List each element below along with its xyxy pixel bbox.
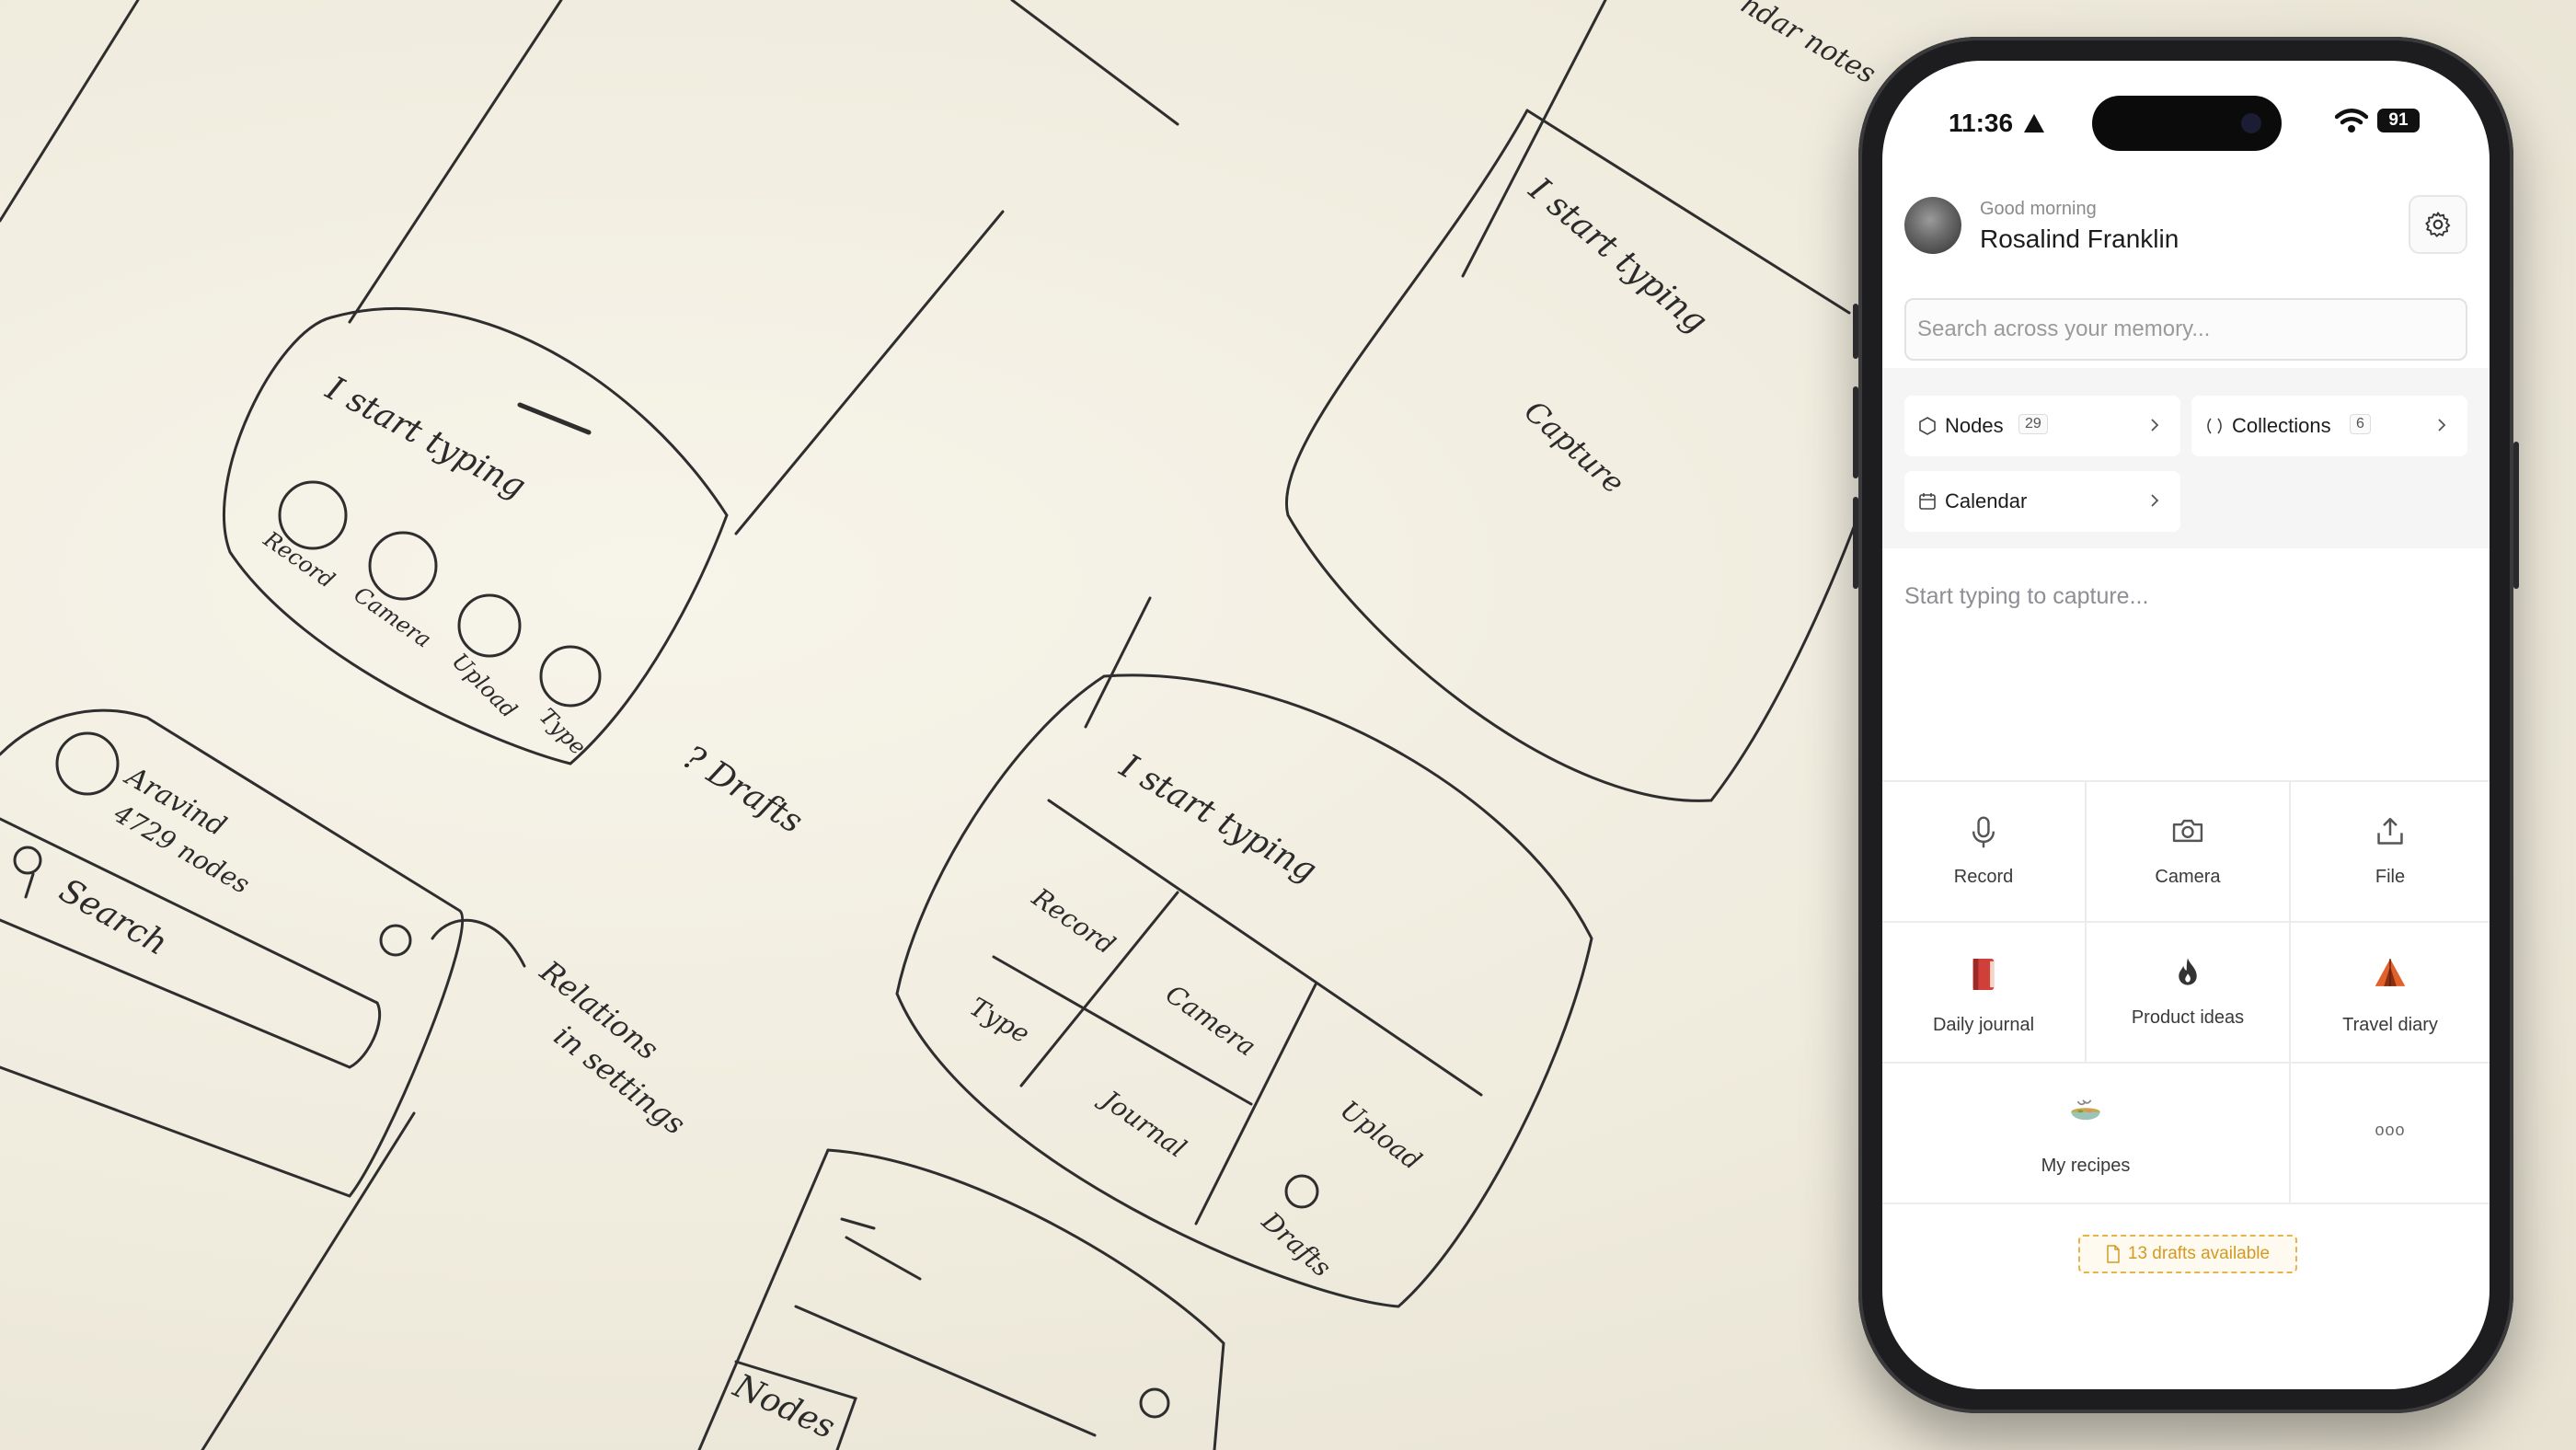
sketch-corner-note: ndar notes	[1735, 0, 1881, 90]
noodle-bowl-icon	[2071, 1099, 2100, 1121]
calendar-icon	[1919, 493, 1936, 510]
search-input[interactable]	[1904, 298, 2467, 361]
product-ideas-action[interactable]: Product ideas	[2087, 923, 2291, 1064]
record-label: Record	[1953, 867, 2014, 887]
settings-button[interactable]	[2409, 195, 2467, 254]
calendar-card[interactable]: Calendar	[1904, 471, 2180, 532]
sketch-frame-c-placeholder: I start typing	[1113, 747, 1323, 890]
profile-header: Good morning Rosalind Franklin	[1904, 190, 2467, 259]
chevron-right-icon	[2151, 419, 2159, 432]
sketch-frame-a-placeholder: I start typing	[319, 369, 532, 506]
battery-indicator: 91	[2377, 109, 2420, 132]
chevron-right-icon	[2151, 494, 2159, 507]
camera-label: Camera	[2155, 867, 2221, 887]
gear-icon	[2425, 212, 2451, 237]
status-time: 11:36	[1949, 109, 2014, 137]
sketch-c-upload: Upload	[1335, 1095, 1428, 1177]
travel-diary-label: Travel diary	[2342, 1015, 2438, 1035]
power-button	[2513, 442, 2519, 589]
avatar[interactable]	[1904, 197, 1961, 254]
sketch-frame-d-capture: Capture	[1518, 394, 1631, 501]
parentheses-icon	[2207, 418, 2222, 434]
collections-count-badge: 6	[2350, 414, 2371, 434]
drafts-label: 13 drafts available	[2127, 1244, 2271, 1263]
sketch-a-record: Record	[259, 525, 339, 593]
camera-action[interactable]: Camera	[2087, 782, 2291, 923]
more-action[interactable]: ooo	[2291, 1064, 2490, 1204]
sketch-a-upload: Upload	[447, 648, 523, 723]
red-book-icon	[1972, 959, 1995, 990]
nodes-label: Nodes	[1945, 414, 2004, 437]
document-icon	[2107, 1245, 2120, 1263]
wifi-icon	[2335, 109, 2368, 132]
sketch-drafts-note: ? Drafts	[676, 739, 809, 841]
phone-frame: 11:36 91 Good morning Rosalind Franklin	[1853, 37, 2519, 1413]
greeting-text: Good morning	[1980, 199, 2097, 219]
action-button	[1853, 304, 1858, 359]
sketch-frame-d-placeholder: I start typing	[1521, 170, 1714, 341]
collections-label: Collections	[2232, 414, 2331, 437]
capture-input[interactable]	[1904, 569, 2467, 624]
product-ideas-label: Product ideas	[2131, 1007, 2245, 1028]
sketch-c-journal: Journal	[1093, 1082, 1192, 1164]
file-action[interactable]: File	[2291, 782, 2490, 923]
flame-icon	[2179, 958, 2197, 985]
nodes-count-badge: 29	[2018, 414, 2048, 434]
chevron-right-icon	[2438, 419, 2446, 432]
microphone-icon	[1972, 816, 1995, 848]
my-recipes-action[interactable]: My recipes	[1882, 1064, 2291, 1204]
drafts-badge[interactable]: 13 drafts available	[2078, 1235, 2297, 1273]
capture-area	[1882, 548, 2490, 778]
navigation-grid: Nodes 29 Collections 6 Calendar	[1882, 368, 2490, 548]
sketch-c-type: Type	[965, 991, 1035, 1049]
camera-lens-icon	[2241, 113, 2261, 133]
dynamic-island	[2092, 96, 2282, 151]
status-bar: 11:36 91	[1882, 61, 2490, 162]
record-action[interactable]: Record	[1882, 782, 2087, 923]
travel-diary-action[interactable]: Travel diary	[2291, 923, 2490, 1064]
daily-journal-label: Daily journal	[1932, 1015, 2035, 1035]
sketch-frame-e-nodes: Nodes	[727, 1367, 840, 1447]
capture-actions-grid: Record Camera File Daily journal Product…	[1882, 780, 2490, 1211]
volume-down-button	[1853, 497, 1858, 589]
location-icon	[2024, 114, 2044, 132]
camera-icon	[2172, 819, 2203, 843]
upload-icon	[2377, 817, 2403, 845]
volume-up-button	[1853, 386, 1858, 478]
my-recipes-label: My recipes	[2041, 1156, 2131, 1176]
sketch-c-camera: Camera	[1160, 979, 1261, 1063]
user-name: Rosalind Franklin	[1980, 224, 2179, 253]
calendar-label: Calendar	[1945, 489, 2028, 512]
nodes-card[interactable]: Nodes 29	[1904, 396, 2180, 456]
sketch-c-record: Record	[1026, 881, 1121, 961]
collections-card[interactable]: Collections 6	[2191, 396, 2467, 456]
phone-screen: 11:36 91 Good morning Rosalind Franklin	[1882, 61, 2490, 1389]
daily-journal-action[interactable]: Daily journal	[1882, 923, 2087, 1064]
tent-icon	[2375, 959, 2406, 986]
file-label: File	[2375, 867, 2406, 887]
hexagon-icon	[1919, 417, 1936, 435]
more-icon: ooo	[2375, 1121, 2406, 1139]
